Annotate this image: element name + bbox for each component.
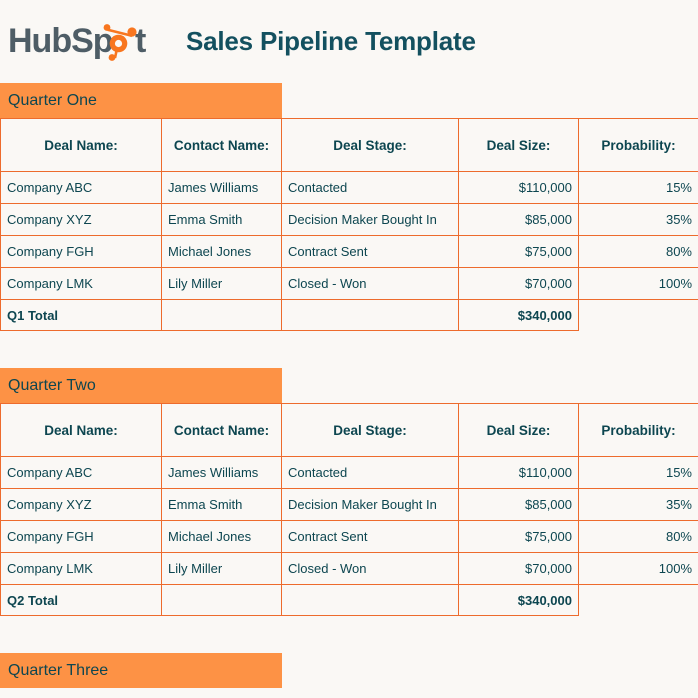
quarter-section-one: Quarter One Deal Name: Contact Name: Dea… — [0, 83, 698, 331]
column-header-deal-name: Deal Name: — [1, 119, 162, 172]
quarter-band-label: Quarter Three — [8, 662, 108, 680]
total-blank-contact — [162, 585, 282, 616]
cell-contact-name[interactable]: Michael Jones — [162, 236, 282, 268]
cell-probability[interactable]: 15% — [579, 457, 698, 489]
table-row[interactable]: Company ABC James Williams Contacted $11… — [1, 172, 698, 204]
cell-probability[interactable]: 15% — [579, 172, 698, 204]
cell-deal-size[interactable]: $70,000 — [459, 268, 579, 300]
table-header-row: Deal Name: Contact Name: Deal Stage: Dea… — [1, 119, 698, 172]
cell-deal-name[interactable]: Company XYZ — [1, 489, 162, 521]
cell-deal-name[interactable]: Company ABC — [1, 457, 162, 489]
cell-deal-stage[interactable]: Closed - Won — [282, 553, 459, 585]
cell-deal-stage[interactable]: Contacted — [282, 457, 459, 489]
table-row[interactable]: Company ABC James Williams Contacted $11… — [1, 457, 698, 489]
total-blank-contact — [162, 300, 282, 331]
cell-deal-stage[interactable]: Contacted — [282, 172, 459, 204]
cell-deal-size[interactable]: $110,000 — [459, 457, 579, 489]
cell-deal-stage[interactable]: Contract Sent — [282, 521, 459, 553]
total-empty-probability — [579, 585, 698, 616]
quarter-band-label: Quarter One — [8, 92, 97, 110]
cell-deal-stage[interactable]: Decision Maker Bought In — [282, 489, 459, 521]
total-blank-stage — [282, 585, 459, 616]
cell-deal-name[interactable]: Company LMK — [1, 268, 162, 300]
cell-deal-size[interactable]: $75,000 — [459, 521, 579, 553]
total-row: Q1 Total $340,000 — [1, 300, 698, 331]
cell-contact-name[interactable]: Michael Jones — [162, 521, 282, 553]
page-title: Sales Pipeline Template — [186, 26, 476, 57]
page-header: HubSp t Sales Pipeline Template — [0, 0, 698, 83]
column-header-contact-name: Contact Name: — [162, 119, 282, 172]
pipeline-table-q1: Deal Name: Contact Name: Deal Stage: Dea… — [0, 118, 698, 331]
cell-deal-size[interactable]: $110,000 — [459, 172, 579, 204]
table-row[interactable]: Company LMK Lily Miller Closed - Won $70… — [1, 268, 698, 300]
quarter-section-three: Quarter Three — [0, 653, 698, 688]
hubspot-logo: HubSp t — [8, 21, 166, 63]
cell-probability[interactable]: 35% — [579, 489, 698, 521]
cell-deal-size[interactable]: $85,000 — [459, 489, 579, 521]
svg-text:t: t — [135, 22, 146, 60]
table-header-row: Deal Name: Contact Name: Deal Stage: Dea… — [1, 404, 698, 457]
table-row[interactable]: Company FGH Michael Jones Contract Sent … — [1, 236, 698, 268]
cell-deal-stage[interactable]: Contract Sent — [282, 236, 459, 268]
cell-deal-name[interactable]: Company FGH — [1, 236, 162, 268]
cell-probability[interactable]: 80% — [579, 521, 698, 553]
total-blank-stage — [282, 300, 459, 331]
cell-deal-size[interactable]: $75,000 — [459, 236, 579, 268]
column-header-deal-stage: Deal Stage: — [282, 404, 459, 457]
total-label: Q1 Total — [1, 300, 162, 331]
cell-contact-name[interactable]: Emma Smith — [162, 489, 282, 521]
total-empty-probability — [579, 300, 698, 331]
total-label: Q2 Total — [1, 585, 162, 616]
quarter-band-label: Quarter Two — [8, 377, 96, 395]
cell-deal-name[interactable]: Company ABC — [1, 172, 162, 204]
cell-deal-stage[interactable]: Decision Maker Bought In — [282, 204, 459, 236]
table-row[interactable]: Company XYZ Emma Smith Decision Maker Bo… — [1, 204, 698, 236]
column-header-probability: Probability: — [579, 119, 698, 172]
column-header-deal-name: Deal Name: — [1, 404, 162, 457]
cell-probability[interactable]: 80% — [579, 236, 698, 268]
cell-deal-size[interactable]: $70,000 — [459, 553, 579, 585]
section-gap — [0, 616, 698, 653]
cell-contact-name[interactable]: Lily Miller — [162, 268, 282, 300]
cell-contact-name[interactable]: James Williams — [162, 457, 282, 489]
column-header-deal-size: Deal Size: — [459, 404, 579, 457]
cell-contact-name[interactable]: James Williams — [162, 172, 282, 204]
section-gap — [0, 331, 698, 368]
table-row[interactable]: Company LMK Lily Miller Closed - Won $70… — [1, 553, 698, 585]
quarter-band-one: Quarter One — [0, 83, 282, 118]
column-header-deal-size: Deal Size: — [459, 119, 579, 172]
cell-probability[interactable]: 100% — [579, 268, 698, 300]
cell-deal-name[interactable]: Company LMK — [1, 553, 162, 585]
cell-contact-name[interactable]: Lily Miller — [162, 553, 282, 585]
table-row[interactable]: Company XYZ Emma Smith Decision Maker Bo… — [1, 489, 698, 521]
column-header-probability: Probability: — [579, 404, 698, 457]
column-header-contact-name: Contact Name: — [162, 404, 282, 457]
total-value: $340,000 — [459, 585, 579, 616]
quarter-section-two: Quarter Two Deal Name: Contact Name: Dea… — [0, 368, 698, 616]
total-value: $340,000 — [459, 300, 579, 331]
cell-probability[interactable]: 100% — [579, 553, 698, 585]
cell-probability[interactable]: 35% — [579, 204, 698, 236]
cell-deal-size[interactable]: $85,000 — [459, 204, 579, 236]
pipeline-table-q2: Deal Name: Contact Name: Deal Stage: Dea… — [0, 403, 698, 616]
total-row: Q2 Total $340,000 — [1, 585, 698, 616]
svg-text:HubSp: HubSp — [8, 22, 113, 60]
cell-deal-name[interactable]: Company FGH — [1, 521, 162, 553]
cell-deal-stage[interactable]: Closed - Won — [282, 268, 459, 300]
cell-contact-name[interactable]: Emma Smith — [162, 204, 282, 236]
quarter-band-two: Quarter Two — [0, 368, 282, 403]
column-header-deal-stage: Deal Stage: — [282, 119, 459, 172]
quarter-band-three: Quarter Three — [0, 653, 282, 688]
table-row[interactable]: Company FGH Michael Jones Contract Sent … — [1, 521, 698, 553]
cell-deal-name[interactable]: Company XYZ — [1, 204, 162, 236]
